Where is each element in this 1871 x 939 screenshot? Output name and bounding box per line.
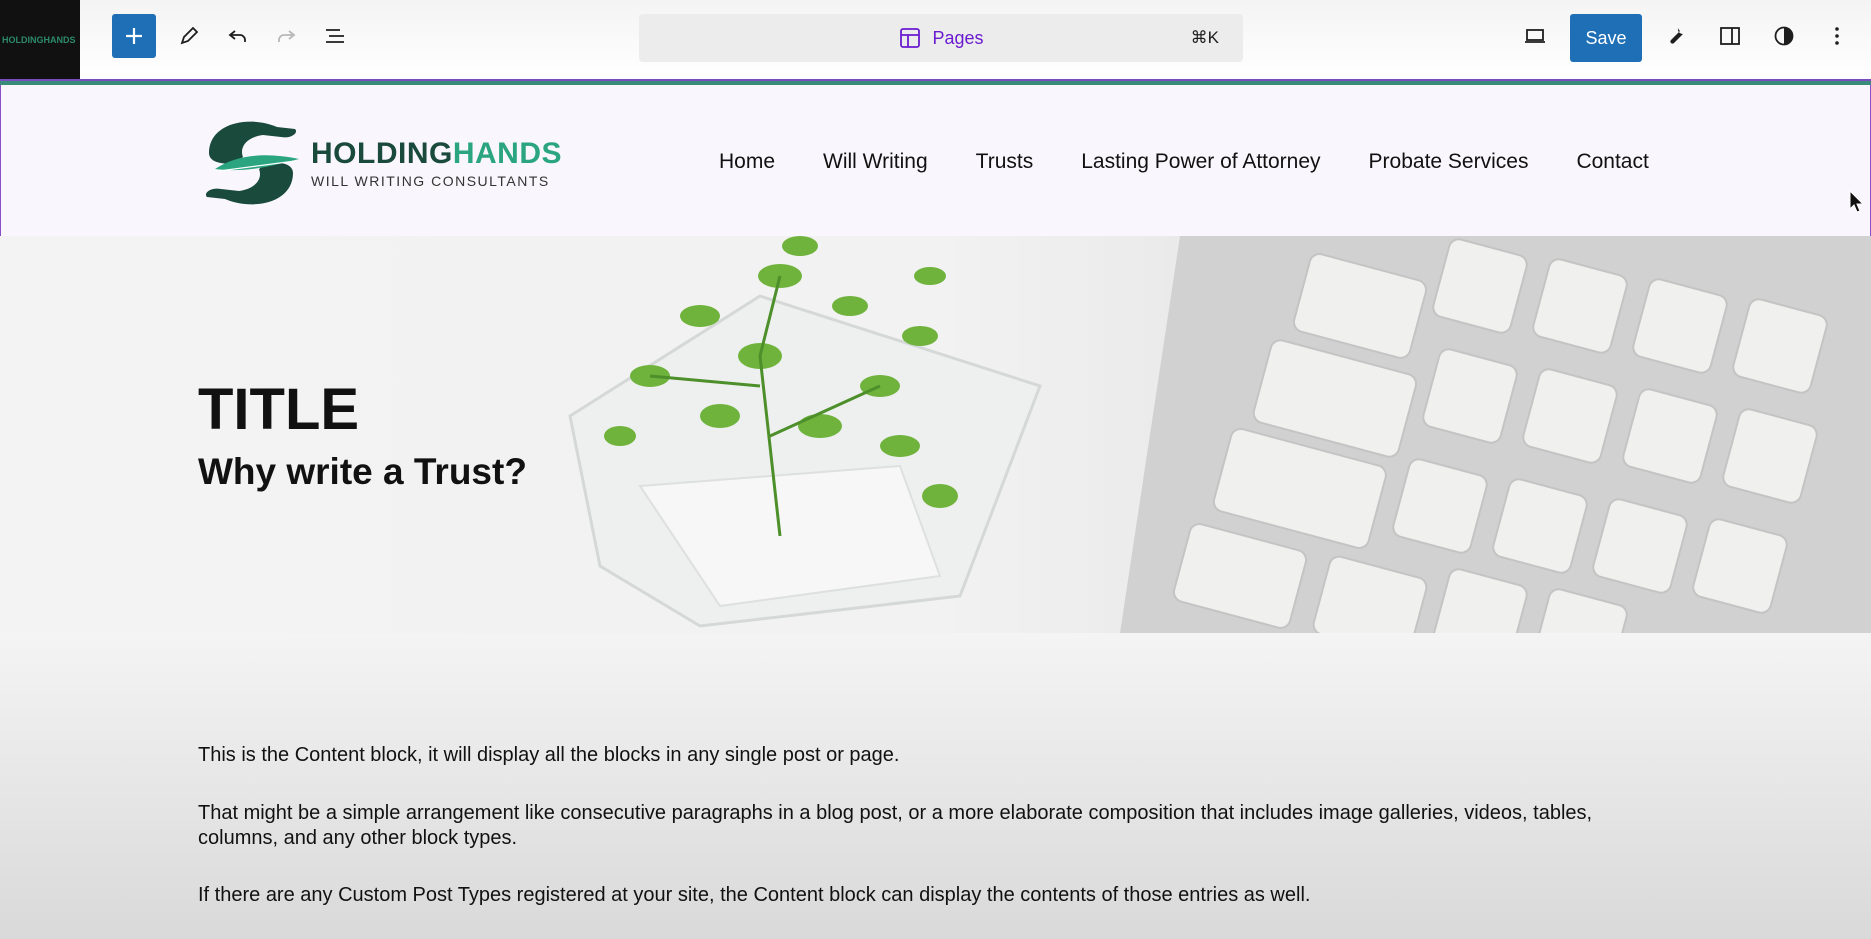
keyboard-image xyxy=(1120,236,1871,633)
undo-button[interactable] xyxy=(216,14,260,58)
nav-item-will-writing[interactable]: Will Writing xyxy=(823,150,928,174)
hero-title[interactable]: TITLE xyxy=(198,376,359,443)
plant-image xyxy=(568,236,1042,628)
content-paragraph-1[interactable]: This is the Content block, it will displ… xyxy=(198,743,1658,768)
save-button[interactable]: Save xyxy=(1570,14,1642,62)
site-logo[interactable]: HOLDINGHANDS WILL WRITING CONSULTANTS xyxy=(199,113,562,213)
content-paragraph-2[interactable]: That might be a simple arrangement like … xyxy=(198,801,1658,851)
logo-brand-part1: HOLDING xyxy=(311,137,453,170)
sidebar-toggle-icon xyxy=(1720,27,1740,45)
add-block-button[interactable] xyxy=(112,14,156,58)
content-block[interactable]: This is the Content block, it will displ… xyxy=(0,633,1871,939)
keyboard-shortcut: ⌘K xyxy=(1190,28,1219,47)
nav-item-home[interactable]: Home xyxy=(719,150,775,174)
undo-icon xyxy=(228,30,246,42)
content-paragraph-3[interactable]: If there are any Custom Post Types regis… xyxy=(198,883,1658,908)
pencil-icon xyxy=(180,26,199,45)
settings-sidebar-button[interactable] xyxy=(1708,14,1752,58)
more-vertical-icon xyxy=(1835,27,1839,45)
preview-button[interactable] xyxy=(1513,14,1557,58)
laptop-icon xyxy=(1525,29,1545,43)
nav-item-probate-services[interactable]: Probate Services xyxy=(1369,150,1529,174)
hero-subtitle[interactable]: Why write a Trust? xyxy=(198,451,527,493)
hands-logo-icon xyxy=(205,121,299,205)
styles-button[interactable] xyxy=(1762,14,1806,58)
site-icon-text: HOLDINGHANDS xyxy=(2,34,76,45)
redo-icon xyxy=(278,30,296,42)
redo-button[interactable] xyxy=(264,14,308,58)
tools-settings-button[interactable] xyxy=(1654,14,1698,58)
command-palette-bar[interactable]: Pages ⌘K xyxy=(639,14,1243,62)
tools-button[interactable] xyxy=(167,14,211,58)
mouse-cursor-icon xyxy=(1849,190,1865,213)
hero-cover-block[interactable]: TITLE Why write a Trust? xyxy=(0,236,1871,633)
logo-tagline: WILL WRITING CONSULTANTS xyxy=(311,173,550,189)
document-overview-button[interactable] xyxy=(313,14,357,58)
nav-item-trusts[interactable]: Trusts xyxy=(976,150,1034,174)
nav-item-contact[interactable]: Contact xyxy=(1576,150,1648,174)
options-button[interactable] xyxy=(1815,14,1859,58)
site-navigation: Home Will Writing Trusts Lasting Power o… xyxy=(719,150,1649,174)
plus-icon xyxy=(126,28,142,44)
site-icon[interactable]: HOLDINGHANDS xyxy=(0,0,80,79)
wrench-icon xyxy=(1670,28,1683,44)
layout-icon xyxy=(900,28,921,48)
contrast-icon xyxy=(1774,26,1794,46)
command-label: Pages xyxy=(932,27,984,48)
nav-item-lasting-power-of-attorney[interactable]: Lasting Power of Attorney xyxy=(1081,150,1320,174)
list-view-icon xyxy=(326,29,344,43)
editor-toolbar: HOLDINGHANDS Pages ⌘K Save xyxy=(0,0,1871,79)
logo-text: HOLDINGHANDS WILL WRITING CONSULTANTS xyxy=(311,137,562,189)
logo-brand: HOLDINGHANDS xyxy=(311,137,562,171)
logo-brand-part2: HANDS xyxy=(452,137,562,170)
site-header-block[interactable]: HOLDINGHANDS WILL WRITING CONSULTANTS Ho… xyxy=(0,85,1871,237)
